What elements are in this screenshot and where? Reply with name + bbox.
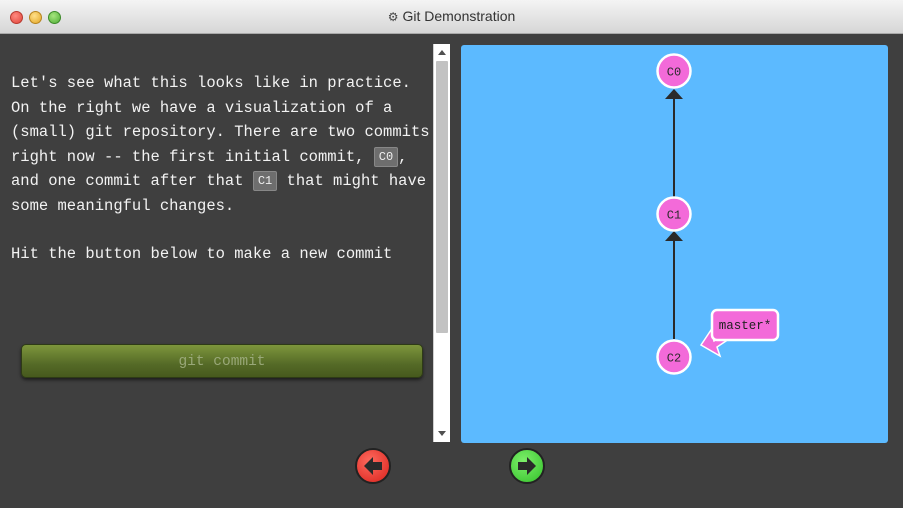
branch-label: master* <box>719 319 772 333</box>
commit-label-c1: C1 <box>667 209 681 223</box>
commit-node-c2[interactable]: C2 <box>656 339 692 375</box>
commit-node-c1[interactable]: C1 <box>656 196 692 232</box>
instructions-paragraph-1: Let's see what this looks like in practi… <box>11 74 430 215</box>
instructions-text: Let's see what this looks like in practi… <box>11 71 431 267</box>
gear-icon: ⚙ <box>387 10 399 24</box>
app-window: ⚙ Git Demonstration Let's see what this l… <box>0 0 903 508</box>
next-button[interactable] <box>509 448 545 484</box>
scroll-thumb[interactable] <box>436 61 448 333</box>
git-commit-button[interactable]: git commit <box>21 344 423 378</box>
right-arrow-icon <box>518 457 536 475</box>
previous-button[interactable] <box>355 448 391 484</box>
edge-arrowhead-c1 <box>665 231 683 241</box>
commit-label-c2: C2 <box>667 352 681 366</box>
git-visualization: C0 C1 C2 master* <box>461 45 888 443</box>
scroll-down-arrow-icon[interactable] <box>438 431 446 436</box>
left-arrow-icon <box>364 457 382 475</box>
scroll-up-arrow-icon[interactable] <box>438 50 446 55</box>
window-title: Git Demonstration <box>402 8 516 24</box>
git-graph-svg: C0 C1 C2 master* <box>656 53 780 375</box>
code-c0: C0 <box>373 146 399 167</box>
instructions-pane: Let's see what this looks like in practi… <box>0 35 432 443</box>
commit-label-c0: C0 <box>667 66 681 80</box>
code-c1: C1 <box>252 171 278 191</box>
instructions-paragraph-2: Hit the button below to make a new commi… <box>11 245 393 263</box>
title-bar: ⚙ Git Demonstration <box>0 0 903 34</box>
commit-node-c0[interactable]: C0 <box>656 53 692 89</box>
branch-master[interactable]: master* <box>699 308 780 358</box>
window-title-area: ⚙ Git Demonstration <box>0 8 903 24</box>
edge-arrowhead-c0 <box>665 89 683 99</box>
instructions-scrollbar[interactable] <box>433 44 450 442</box>
